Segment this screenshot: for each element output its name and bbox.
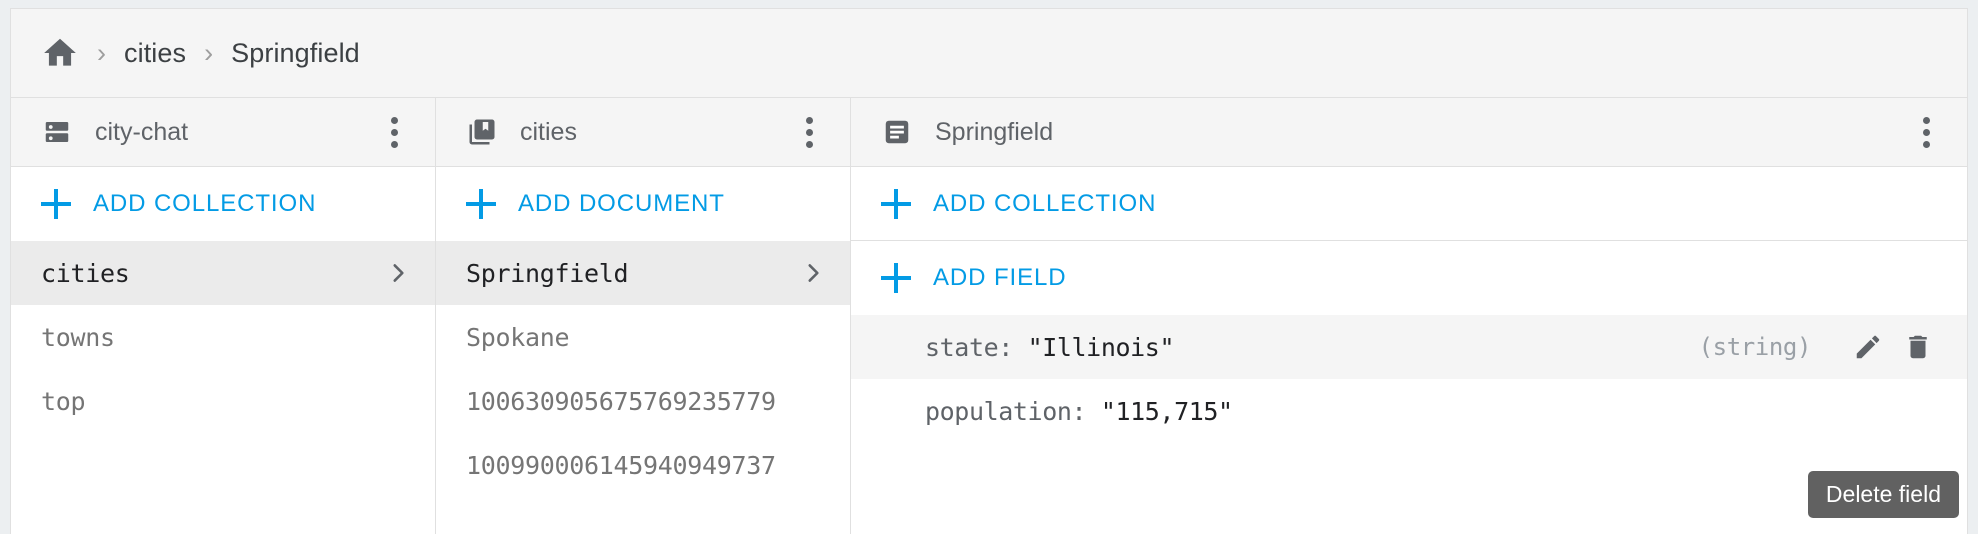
database-more-vert-icon[interactable] <box>377 110 411 154</box>
trash-icon[interactable] <box>1899 328 1937 366</box>
firestore-data-browser: › cities › Springfield city-chat ADD COL… <box>0 0 1978 534</box>
field-text: population: "115,715" <box>925 397 1911 426</box>
database-panel-title: city-chat <box>95 117 189 146</box>
add-field-label: ADD FIELD <box>933 264 1067 291</box>
list-item-label: Spokane <box>466 322 570 352</box>
document-list: Springfield Spokane 10063090567576923577… <box>436 241 850 534</box>
add-collection-button-document[interactable]: ADD COLLECTION <box>851 167 1967 241</box>
chevron-right-icon <box>800 260 826 286</box>
document-panel-header: Springfield <box>851 98 1967 167</box>
document-panel-title: Springfield <box>935 117 1054 146</box>
plus-icon <box>881 188 911 219</box>
breadcrumb-item-cities[interactable]: cities <box>124 38 186 69</box>
add-document-button[interactable]: ADD DOCUMENT <box>436 167 850 241</box>
add-collection-button-database[interactable]: ADD COLLECTION <box>11 167 435 241</box>
collection-panel-header: cities <box>436 98 850 167</box>
database-collection-list: cities towns top <box>11 241 435 534</box>
field-text: state: "Illinois" <box>925 333 1699 362</box>
list-item-label: top <box>41 386 86 416</box>
field-key: population: <box>925 396 1087 426</box>
list-item-label: 100630905675769235779 <box>466 386 776 416</box>
collection-icon <box>466 116 498 148</box>
list-item[interactable]: 100990006145940949737 <box>436 433 850 497</box>
collection-panel-title: cities <box>520 117 577 146</box>
list-item[interactable]: top <box>11 369 435 433</box>
database-panel: city-chat ADD COLLECTION cities towns to… <box>11 98 436 534</box>
document-more-vert-icon[interactable] <box>1909 110 1943 154</box>
field-row[interactable]: population: "115,715" <box>851 379 1967 443</box>
plus-icon <box>881 263 911 293</box>
collection-panel: cities ADD DOCUMENT Springfield Spokane … <box>436 98 851 534</box>
field-key: state: <box>925 332 1013 362</box>
list-item[interactable]: towns <box>11 305 435 369</box>
breadcrumb-separator-2: › <box>204 37 214 68</box>
add-field-button[interactable]: ADD FIELD <box>851 241 1967 315</box>
add-collection-label: ADD COLLECTION <box>93 190 317 217</box>
breadcrumb-item-springfield[interactable]: Springfield <box>231 38 360 69</box>
collection-more-vert-icon[interactable] <box>792 110 826 154</box>
chevron-right-icon <box>385 260 411 286</box>
home-icon[interactable] <box>41 34 79 72</box>
field-value: "Illinois" <box>1027 332 1175 362</box>
document-icon <box>881 116 913 148</box>
list-item-label: 100990006145940949737 <box>466 450 776 480</box>
list-item[interactable]: Spokane <box>436 305 850 369</box>
field-list: state: "Illinois" (string) population: "… <box>851 315 1967 534</box>
field-row[interactable]: state: "Illinois" (string) <box>851 315 1967 379</box>
list-item-label: towns <box>41 322 115 352</box>
list-item-label: Springfield <box>466 258 629 288</box>
list-item-label: cities <box>41 258 130 288</box>
database-panel-header: city-chat <box>11 98 435 167</box>
list-item[interactable]: Springfield <box>436 241 850 305</box>
add-document-label: ADD DOCUMENT <box>518 190 725 217</box>
plus-icon <box>41 189 71 219</box>
breadcrumb-separator-1: › <box>97 37 106 68</box>
breadcrumb: › cities › Springfield <box>11 9 1967 98</box>
add-collection-label: ADD COLLECTION <box>933 189 1157 217</box>
list-item[interactable]: cities <box>11 241 435 305</box>
database-icon <box>41 116 73 148</box>
document-panel: Springfield ADD COLLECTION ADD FIELD sta… <box>851 98 1967 534</box>
panel-frame: › cities › Springfield city-chat ADD COL… <box>10 8 1968 534</box>
columns-container: city-chat ADD COLLECTION cities towns to… <box>11 98 1967 534</box>
pencil-icon[interactable] <box>1849 328 1887 366</box>
plus-icon <box>466 189 496 219</box>
field-type-label: (string) <box>1698 333 1812 361</box>
field-value: "115,715" <box>1100 396 1233 426</box>
list-item[interactable]: 100630905675769235779 <box>436 369 850 433</box>
